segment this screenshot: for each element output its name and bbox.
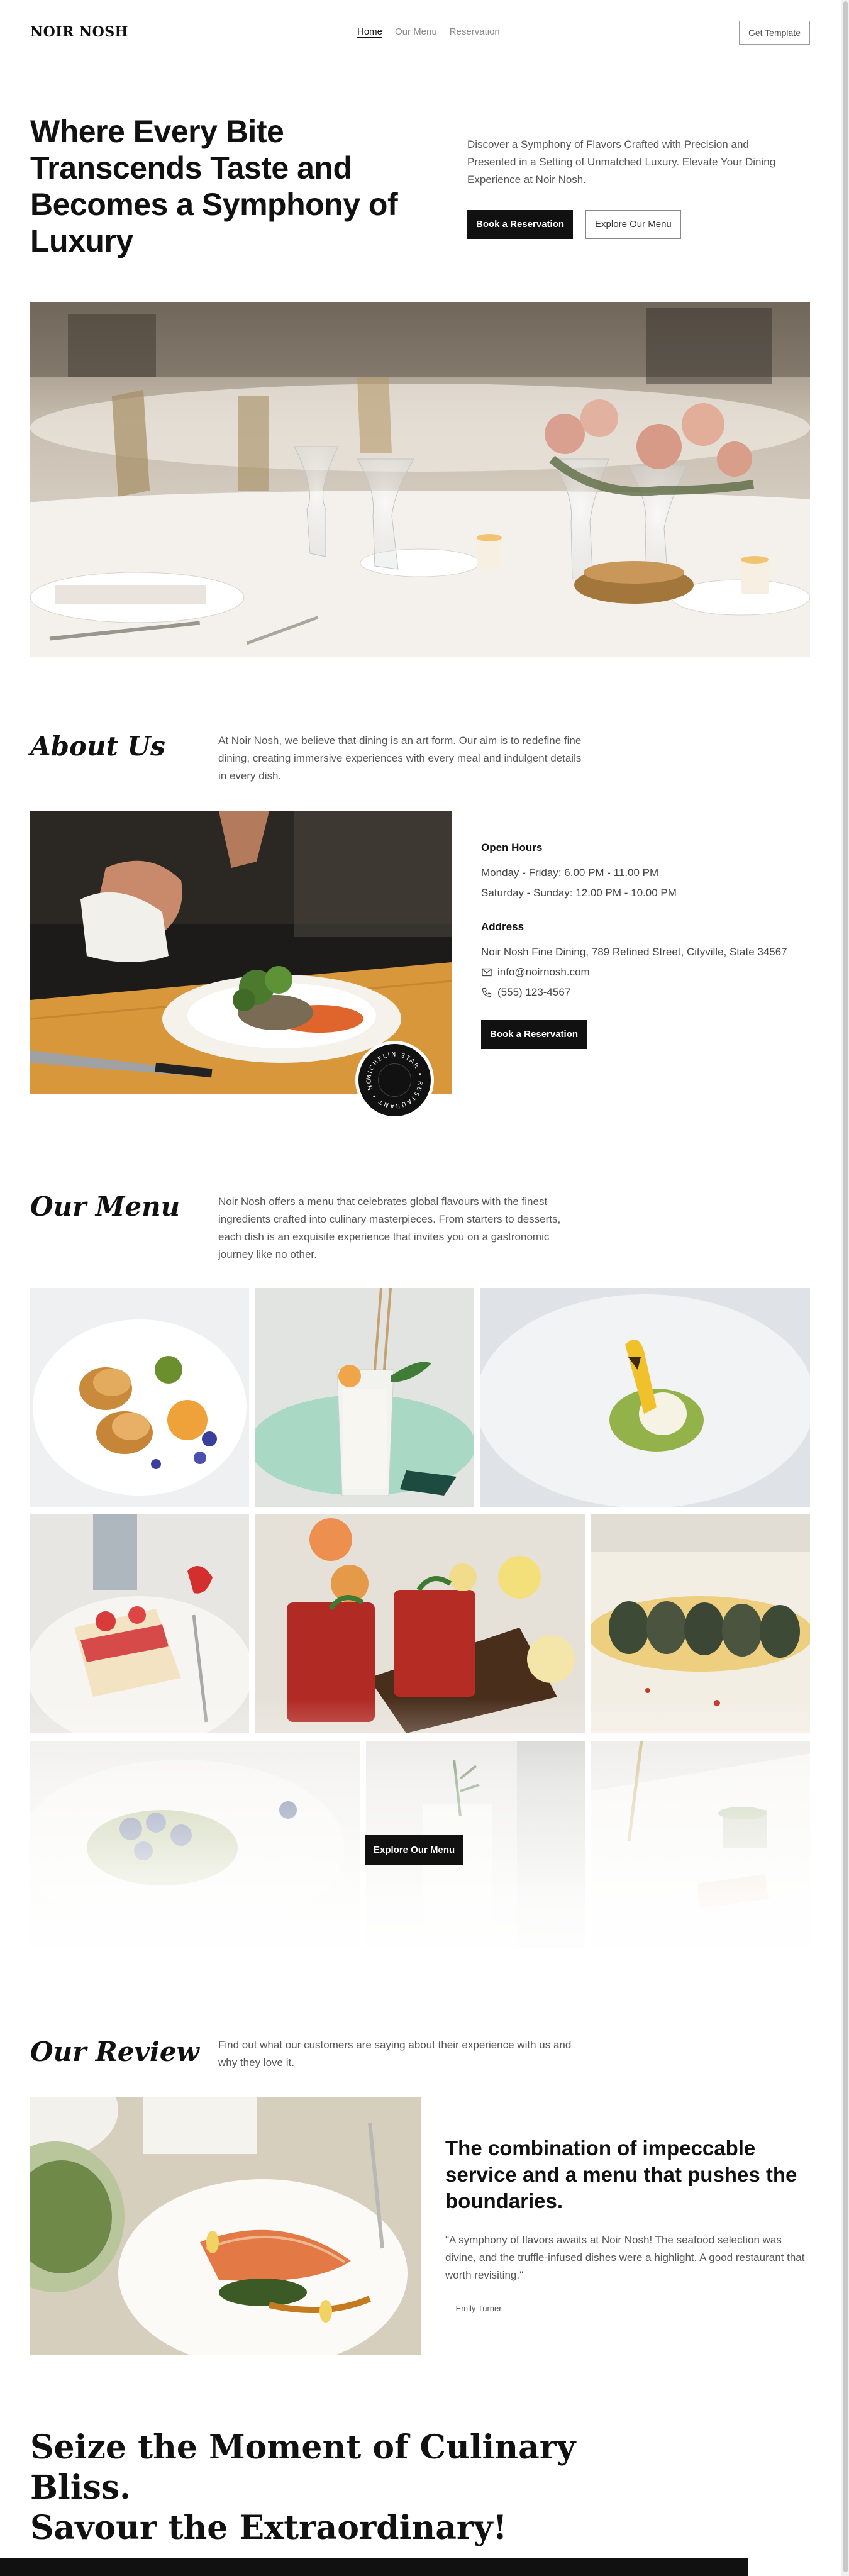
- address-text: Noir Nosh Fine Dining, 789 Refined Stree…: [481, 946, 787, 958]
- hero-image-dining-table: [30, 302, 810, 657]
- nav-link-reservation[interactable]: Reservation: [450, 26, 500, 37]
- michelin-star-badge: MICHELIN STAR • RESTAURANT • NOIR NOSH •: [355, 1039, 434, 1119]
- book-reservation-button[interactable]: Book a Reservation: [467, 210, 574, 239]
- review-author: — Emily Turner: [445, 2304, 502, 2313]
- phone-text: (555) 123-4567: [497, 986, 571, 998]
- get-template-button[interactable]: Get Template: [738, 21, 810, 45]
- menu-image-scallops: [30, 1288, 249, 1507]
- nav-link-our-menu[interactable]: Our Menu: [395, 26, 437, 37]
- review-quote: "A symphony of flavors awaits at Noir No…: [445, 2234, 805, 2281]
- menu-title: Our Menu: [30, 1191, 180, 1222]
- phone-row[interactable]: (555) 123-4567: [481, 982, 814, 1002]
- about-book-reservation-button[interactable]: Book a Reservation: [481, 1020, 587, 1049]
- hero-title: Where Every Bite Transcends Taste and Be…: [30, 114, 398, 258]
- explore-menu-button[interactable]: Explore Our Menu: [585, 210, 681, 239]
- scrollbar-thumb[interactable]: [843, 1, 848, 2572]
- nav-link-home[interactable]: Home: [357, 26, 382, 37]
- review-headline: The combination of impeccable service an…: [445, 2136, 797, 2212]
- cta-line-2: Savour the Extraordinary!: [30, 2509, 508, 2547]
- email-text: info@noirnosh.com: [497, 966, 590, 978]
- about-description: At Noir Nosh, we believe that dining is …: [218, 735, 582, 782]
- badge-text: MICHELIN STAR • RESTAURANT • NOIR NOSH •: [355, 1039, 422, 1109]
- logo[interactable]: NOIR NOSH: [30, 24, 128, 40]
- cta-heading: Seize the Moment of Culinary Bliss. Savo…: [30, 2428, 596, 2548]
- menu-image-cocktail: [255, 1288, 474, 1507]
- hero-description: Discover a Symphony of Flavors Crafted w…: [467, 138, 776, 186]
- footer-bar: [0, 2558, 748, 2576]
- address-title: Address: [481, 921, 524, 933]
- about-title: About Us: [30, 731, 165, 762]
- email-row[interactable]: info@noirnosh.com: [481, 962, 814, 982]
- review-image-salmon-dish: [30, 2097, 421, 2355]
- review-title: Our Review: [30, 2036, 199, 2067]
- nav-links: Home Our Menu Reservation: [357, 26, 500, 37]
- open-hours-title: Open Hours: [481, 841, 543, 853]
- review-description: Find out what our customers are saying a…: [218, 2039, 572, 2068]
- cta-line-1: Seize the Moment of Culinary Bliss.: [30, 2428, 576, 2507]
- explore-our-menu-button[interactable]: Explore Our Menu: [365, 1835, 464, 1865]
- svg-text:MICHELIN STAR • RESTAURANT • N: MICHELIN STAR • RESTAURANT • NOIR NOSH •: [358, 1044, 424, 1109]
- menu-image-dessert-green-sauce: [480, 1288, 810, 1507]
- menu-description: Noir Nosh offers a menu that celebrates …: [218, 1196, 561, 1260]
- page: NOIR NOSH Home Our Menu Reservation Get …: [0, 0, 841, 2576]
- scrollbar[interactable]: [841, 0, 849, 2576]
- mail-icon: [481, 967, 492, 978]
- hours-weekday: Monday - Friday: 6.00 PM - 11.00 PM: [481, 867, 659, 879]
- top-nav: NOIR NOSH Home Our Menu Reservation Get …: [30, 19, 810, 47]
- hero-buttons: Book a Reservation Explore Our Menu: [467, 210, 681, 239]
- phone-icon: [481, 987, 492, 998]
- hours-weekend: Saturday - Sunday: 12.00 PM - 10.00 PM: [481, 887, 677, 899]
- contact-info: Open Hours Monday - Friday: 6.00 PM - 11…: [481, 841, 814, 1049]
